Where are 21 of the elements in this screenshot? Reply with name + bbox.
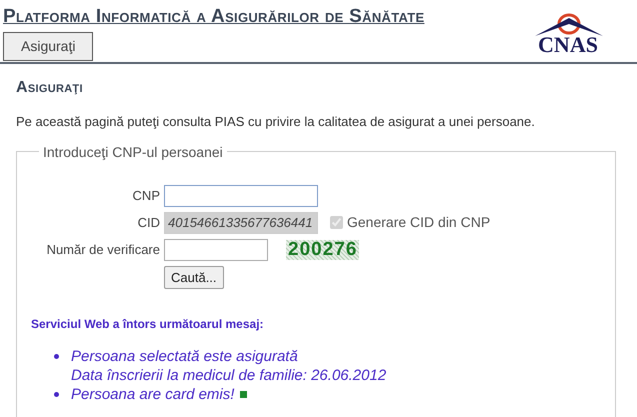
response-heading: Serviciul Web a întors următoarul mesaj: [31,316,265,334]
bullet-icon [54,392,59,398]
message-text: Persoana selectată este asigurată [71,347,299,366]
generate-label: Generare CID din CNP [347,213,490,232]
verification-label: Număr de verificare [46,240,160,259]
nav-button[interactable]: Asiguraţi [3,32,94,61]
cnas-logo: CNAS [523,6,613,56]
cid-label: CID [136,214,160,232]
search-button[interactable]: Caută... [164,266,224,290]
verification-field[interactable] [164,238,268,261]
panel-legend: Introduceţi CNP-ul persoanei [39,144,227,159]
captcha-code: 200276 [286,240,360,260]
message-text: Persoana are card emis! [71,385,234,404]
page-heading: Asiguraţi [16,78,84,98]
page-description: Pe această pagină puteţi consulta PIAS cu privire la calitatea de asigurat a unei persoane. [16,113,536,132]
cnp-field[interactable] [164,184,318,207]
bullet-icon [54,354,59,360]
message-text: Data înscrierii la medicul de familie: 26.06.2012 [71,366,386,386]
status-square-icon [240,391,248,398]
site-title[interactable]: Platforma Informatică a Asigurărilor de Sănătate [3,6,424,28]
cnp-label: CNP [132,186,160,205]
